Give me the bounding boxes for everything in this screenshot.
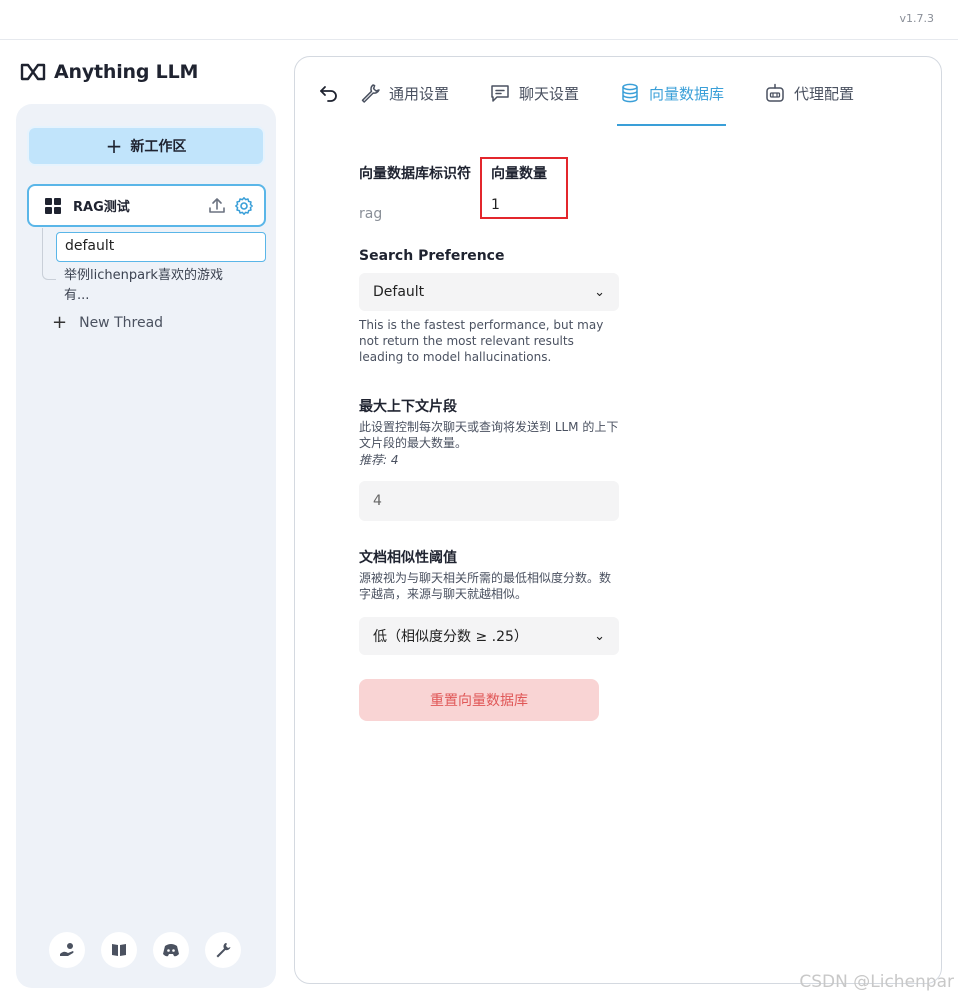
workspace-grid-icon — [45, 197, 61, 214]
logo-text: Anything LLM — [54, 61, 199, 83]
new-thread-button[interactable]: + New Thread — [52, 314, 163, 332]
upload-icon[interactable] — [207, 196, 227, 216]
similarity-threshold-select[interactable]: 低（相似度分数 ≥ .25） ⌄ — [359, 617, 619, 655]
max-context-input[interactable]: 4 — [359, 481, 619, 521]
settings-button[interactable] — [205, 932, 241, 968]
tab-vector-database[interactable]: 向量数据库 — [617, 81, 727, 126]
new-workspace-button[interactable]: + 新工作区 — [27, 126, 265, 166]
thread-item-2[interactable]: 举例lichenpark喜欢的游戏有... — [64, 266, 234, 306]
anything-llm-logo-icon — [20, 63, 46, 81]
top-bar: v1.7.3 — [0, 0, 958, 40]
tab-label: 通用设置 — [389, 84, 450, 103]
gear-icon[interactable] — [234, 196, 254, 216]
plus-icon: + — [105, 134, 123, 158]
tab-agent-config[interactable]: 代理配置 — [764, 81, 854, 125]
tab-label: 向量数据库 — [649, 84, 725, 103]
wrench-icon — [361, 84, 380, 103]
database-icon — [622, 83, 638, 103]
tab-label: 代理配置 — [794, 84, 855, 103]
workspace-name: RAG测试 — [73, 200, 130, 215]
settings-tabs: 通用设置 聊天设置 向量数据库 代理配置 — [359, 81, 894, 126]
similarity-threshold-help: 源被视为与聊天相关所需的最低相似度分数。数字越高，来源与聊天就越相似。 — [359, 571, 612, 601]
similarity-threshold-label: 文档相似性阈值 — [359, 550, 457, 566]
plus-icon: + — [52, 312, 68, 333]
max-context-help: 此设置控制每次聊天或查询将发送到 LLM 的上下文片段的最大数量。 — [359, 420, 619, 450]
settings-wrench-icon — [216, 943, 231, 958]
docs-book-icon — [112, 944, 126, 956]
new-thread-label: New Thread — [79, 315, 164, 331]
thread-item-default[interactable]: default — [56, 232, 266, 262]
watermark: CSDN @Lichenpar — [799, 972, 954, 992]
vector-db-identifier-value: rag — [359, 206, 383, 222]
chat-icon — [491, 85, 509, 102]
tab-general-settings[interactable]: 通用设置 — [359, 81, 449, 125]
community-hub-button[interactable] — [49, 932, 85, 968]
sidebar: + 新工作区 RAG测试 default 举例lichenpark喜欢的游戏有.… — [16, 104, 276, 988]
search-preference-help: This is the fastest performance, but may… — [359, 318, 604, 364]
vector-count-value: 1 — [491, 197, 500, 213]
version-label: v1.7.3 — [899, 12, 935, 25]
chevron-down-icon: ⌄ — [594, 284, 605, 300]
search-preference-select[interactable]: Default ⌄ — [359, 273, 619, 311]
back-arrow-icon[interactable] — [319, 83, 339, 103]
reset-vector-db-button[interactable]: 重置向量数据库 — [359, 679, 599, 721]
community-hub-icon — [60, 943, 74, 956]
max-context-label: 最大上下文片段 — [359, 399, 457, 415]
discord-icon — [163, 944, 179, 957]
docs-button[interactable] — [101, 932, 137, 968]
robot-icon — [766, 83, 784, 102]
workspace-item-rag[interactable]: RAG测试 — [27, 184, 266, 227]
sidebar-footer — [49, 932, 241, 968]
max-context-recommend: 推荐: 4 — [359, 453, 399, 467]
tab-label: 聊天设置 — [519, 84, 580, 103]
thread-tree-line — [42, 228, 56, 280]
vector-count-label: 向量数量 — [491, 166, 547, 182]
discord-button[interactable] — [153, 932, 189, 968]
settings-panel: 通用设置 聊天设置 向量数据库 代理配置 向量数据库标识符 rag 向量数量 1… — [294, 56, 942, 984]
search-preference-value: Default — [373, 284, 425, 300]
tab-chat-settings[interactable]: 聊天设置 — [489, 81, 579, 125]
new-workspace-label: 新工作区 — [130, 139, 187, 155]
search-preference-label: Search Preference — [359, 248, 505, 264]
similarity-threshold-value: 低（相似度分数 ≥ .25） — [373, 629, 528, 645]
chevron-down-icon: ⌄ — [594, 628, 605, 644]
vector-db-identifier-label: 向量数据库标识符 — [359, 166, 471, 182]
app-logo[interactable]: Anything LLM — [20, 58, 198, 86]
